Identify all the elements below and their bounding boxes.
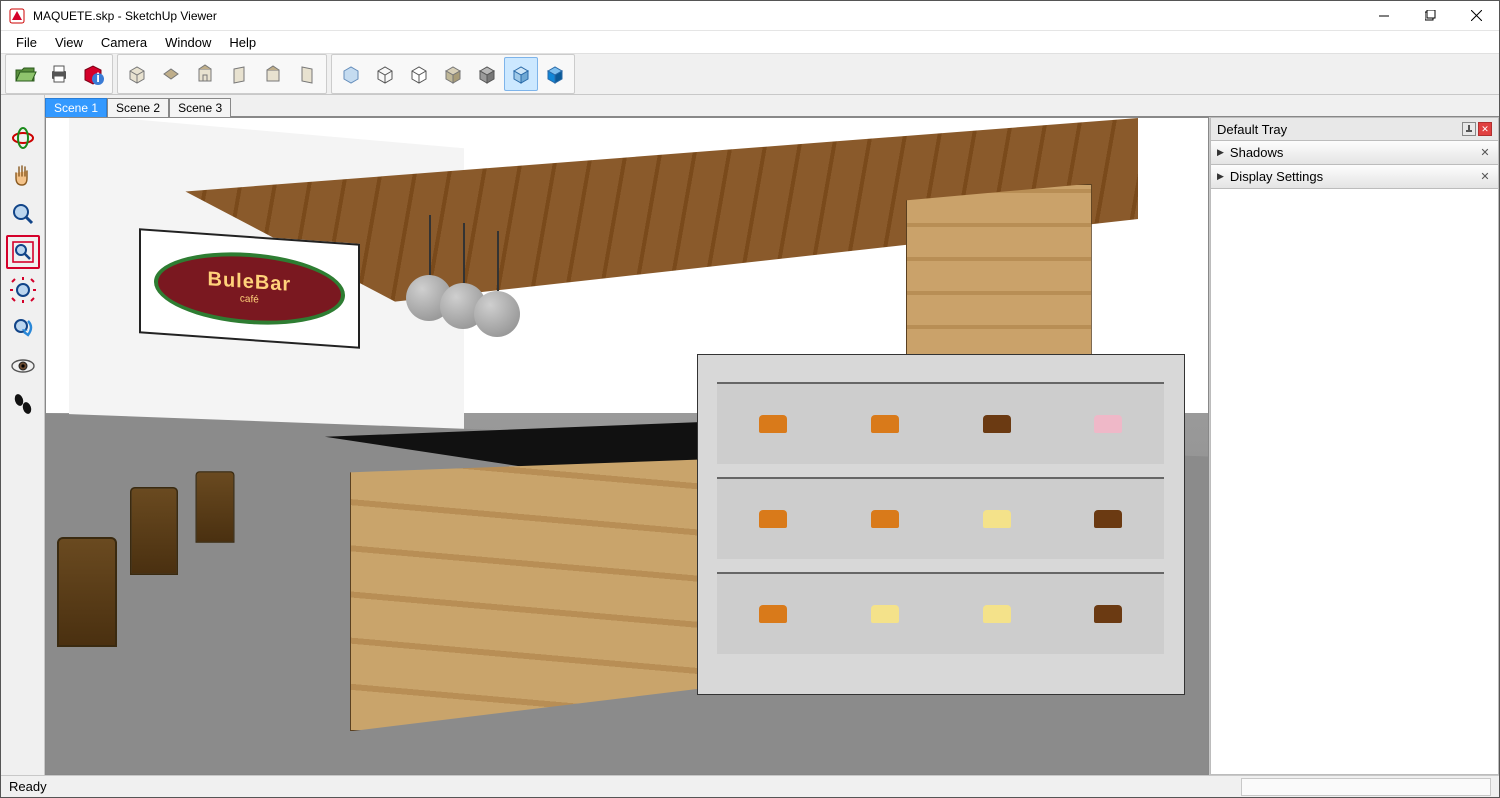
svg-text:i: i [96, 70, 100, 85]
right-view-button[interactable] [222, 57, 256, 91]
tray-panel-shadows[interactable]: ▶ Shadows ✕ [1210, 141, 1499, 165]
menu-view[interactable]: View [46, 33, 92, 52]
client-area: BuleBar café [1, 117, 1499, 775]
toolbar-strip: i [1, 53, 1499, 95]
tray-panel-display-settings[interactable]: ▶ Display Settings ✕ [1210, 165, 1499, 189]
chair-icon [57, 537, 117, 647]
toolbar-styles-group [331, 54, 575, 94]
status-text: Ready [9, 779, 47, 794]
top-view-button[interactable] [154, 57, 188, 91]
shaded-style-button[interactable] [436, 57, 470, 91]
zoom-extents-tool[interactable] [6, 273, 40, 307]
scene-tab-1[interactable]: Scene 1 [45, 98, 107, 117]
print-button[interactable] [42, 57, 76, 91]
left-view-button[interactable] [290, 57, 324, 91]
zoom-tool[interactable] [6, 197, 40, 231]
app-icon [9, 8, 25, 24]
tray-header[interactable]: Default Tray ✕ [1210, 117, 1499, 141]
shaded-tex-style-button[interactable] [470, 57, 504, 91]
color-style-button[interactable] [538, 57, 572, 91]
xray-style-button[interactable] [334, 57, 368, 91]
display-case [697, 354, 1185, 695]
lamp-icon [474, 291, 520, 337]
scene-tabs: Scene 1 Scene 2 Scene 3 [1, 95, 1499, 117]
menu-help[interactable]: Help [220, 33, 265, 52]
back-view-button[interactable] [256, 57, 290, 91]
model-info-button[interactable]: i [76, 57, 110, 91]
chair-icon [130, 487, 178, 575]
walk-tool[interactable] [6, 387, 40, 421]
expand-icon: ▶ [1217, 147, 1224, 158]
title-bar: MAQUETE.skp - SketchUp Viewer [1, 1, 1499, 31]
window-buttons [1361, 1, 1499, 30]
panel-label: Display Settings [1230, 169, 1323, 184]
scene-tab-3[interactable]: Scene 3 [169, 98, 231, 117]
menu-file[interactable]: File [7, 33, 46, 52]
sign-logo: BuleBar café [154, 247, 345, 331]
tray-body [1210, 189, 1499, 775]
app-window: MAQUETE.skp - SketchUp Viewer File View … [0, 0, 1500, 798]
seating [46, 446, 325, 748]
tray-header-buttons: ✕ [1462, 122, 1492, 136]
toolbar-views-group [117, 54, 327, 94]
sign-sub-text: café [240, 294, 259, 306]
panel-close-button[interactable]: ✕ [1478, 170, 1492, 184]
shelf [717, 477, 1164, 558]
viewport-3d[interactable]: BuleBar café [45, 117, 1209, 775]
pendant-lamps [406, 223, 592, 354]
shelf [717, 572, 1164, 653]
hidden-style-button[interactable] [402, 57, 436, 91]
pan-tool[interactable] [6, 159, 40, 193]
zoom-window-tool[interactable] [6, 235, 40, 269]
status-bar: Ready [1, 775, 1499, 797]
sign-main-text: BuleBar [207, 269, 291, 298]
scene-render: BuleBar café [46, 118, 1208, 774]
default-tray: Default Tray ✕ ▶ Shadows ✕ ▶ Display Setti… [1209, 117, 1499, 775]
wall-sign: BuleBar café [139, 228, 360, 348]
chair-icon [196, 471, 235, 543]
menu-window[interactable]: Window [156, 33, 220, 52]
tray-title: Default Tray [1217, 122, 1287, 137]
expand-icon: ▶ [1217, 171, 1224, 182]
panel-close-button[interactable]: ✕ [1478, 146, 1492, 160]
toolbar-file-group: i [5, 54, 113, 94]
tray-pin-button[interactable] [1462, 122, 1476, 136]
open-button[interactable] [8, 57, 42, 91]
front-view-button[interactable] [188, 57, 222, 91]
menu-camera[interactable]: Camera [92, 33, 156, 52]
shelf [717, 382, 1164, 463]
previous-view-tool[interactable] [6, 311, 40, 345]
tray-close-button[interactable]: ✕ [1478, 122, 1492, 136]
measurement-box[interactable] [1241, 778, 1491, 796]
scene-tab-2[interactable]: Scene 2 [107, 98, 169, 117]
close-button[interactable] [1453, 1, 1499, 30]
orbit-tool[interactable] [6, 121, 40, 155]
iso-view-button[interactable] [120, 57, 154, 91]
left-toolbar [1, 95, 45, 775]
minimize-button[interactable] [1361, 1, 1407, 30]
mono-style-button[interactable] [504, 57, 538, 91]
window-title: MAQUETE.skp - SketchUp Viewer [33, 9, 1361, 23]
menu-bar: File View Camera Window Help [1, 31, 1499, 53]
look-around-tool[interactable] [6, 349, 40, 383]
wire-style-button[interactable] [368, 57, 402, 91]
maximize-button[interactable] [1407, 1, 1453, 30]
panel-label: Shadows [1230, 145, 1283, 160]
